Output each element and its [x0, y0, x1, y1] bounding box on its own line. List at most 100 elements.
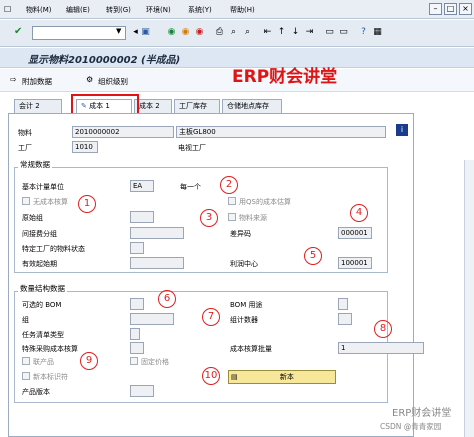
bom-usage-label: BOM 用途 [230, 301, 263, 309]
tab-label: 成本 2 [139, 102, 160, 110]
qs-costing-checkbox[interactable] [228, 197, 236, 205]
cancel-icon[interactable]: ◉ [194, 27, 205, 38]
overhead-group-field [130, 227, 184, 239]
minimize-icon[interactable]: – [429, 3, 442, 15]
menu-goto[interactable]: 转到(G) [106, 5, 131, 15]
command-field[interactable] [32, 26, 126, 40]
menu-system[interactable]: 系统(Y) [188, 5, 212, 15]
profit-center-label: 利润中心 [230, 260, 258, 268]
first-page-icon[interactable]: ⇤ [262, 27, 273, 38]
base-uom-desc: 每一个 [180, 183, 201, 191]
qs-costing-label: 用QS的成本估算 [239, 198, 291, 206]
shortcut-icon[interactable]: ▭ [338, 27, 349, 38]
tab-label: 仓储地点库存 [227, 102, 269, 110]
close-icon[interactable]: × [459, 3, 472, 15]
task-list-type-field [130, 328, 140, 340]
cost-estimate-label: 新本 [279, 373, 294, 381]
menu-material[interactable]: 物料(M) [26, 5, 52, 15]
watermark-bottom: ERP财会讲堂 [392, 408, 452, 419]
special-procurement-label: 特殊采购成本核算 [22, 345, 78, 353]
next-page-icon[interactable]: ↓ [290, 27, 301, 38]
cost-estimate-icon: ▤ [231, 373, 238, 381]
marker-2: 2 [220, 176, 238, 194]
alt-bom-label: 可选的 BOM [22, 301, 62, 309]
overhead-group-label: 间接费分组 [22, 230, 57, 238]
marker-9: 9 [80, 352, 98, 370]
menu-help[interactable]: 帮助(H) [230, 5, 255, 15]
save-icon[interactable]: ▣ [140, 27, 151, 38]
org-levels-icon[interactable]: ⚙ [86, 75, 93, 84]
watermark-csdn: CSDN @青青家园 [380, 422, 442, 431]
tab-accounting-2[interactable]: 会计 2 [14, 99, 62, 114]
print-icon[interactable]: ⎙ [214, 27, 225, 38]
variance-key-label: 差异码 [230, 230, 251, 238]
task-list-type-label: 任务清单类型 [22, 331, 64, 339]
watermark-title: ERP财会讲堂 [232, 67, 338, 87]
info-icon[interactable]: i [396, 124, 408, 136]
alt-bom-field [130, 298, 144, 310]
page-title: 显示物料2010000002 (半成品) [28, 55, 181, 66]
lot-size-field: 1 [338, 342, 424, 354]
cost-estimate-button[interactable]: ▤ 新本 [228, 370, 336, 384]
no-costing-checkbox[interactable] [22, 197, 30, 205]
chevron-down-icon[interactable]: ▼ [116, 27, 121, 35]
quantity-structure-title: 数量结构数据 [18, 283, 67, 294]
tab-label: 工厂库存 [179, 102, 207, 110]
last-page-icon[interactable]: ⇥ [304, 27, 315, 38]
fixed-price-checkbox[interactable] [130, 357, 138, 365]
valid-from-field [130, 257, 184, 269]
org-levels-button[interactable]: 组织级别 [98, 76, 128, 87]
profit-center-field: 100001 [338, 257, 372, 269]
origin-group-label: 原始组 [22, 214, 43, 222]
find-icon[interactable]: ⌕ [228, 27, 239, 38]
bom-usage-field [338, 298, 348, 310]
tab-plant-stock[interactable]: 工厂库存 [174, 99, 220, 114]
menu-bar: ☐ 物料(M) 编辑(E) 转到(G) 环境(N) 系统(Y) 帮助(H) – … [0, 0, 474, 19]
tab-storage-location-stock[interactable]: 仓储地点库存 [222, 99, 282, 114]
marker-3: 3 [200, 209, 218, 227]
coproduct-checkbox[interactable] [22, 357, 30, 365]
group-counter-field [338, 313, 352, 325]
plant-field: 1010 [72, 141, 98, 153]
enter-check-icon[interactable]: ✔ [14, 26, 22, 37]
group-label: 组 [22, 316, 29, 324]
prev-page-icon[interactable]: ↑ [276, 27, 287, 38]
product-version-field [130, 385, 154, 397]
special-procurement-field [130, 342, 144, 354]
maximize-icon[interactable]: □ [444, 3, 457, 15]
material-description-field: 主板GL800 [176, 126, 386, 138]
menu-edit[interactable]: 编辑(E) [66, 5, 90, 15]
back-icon[interactable]: ◉ [166, 27, 177, 38]
vertical-scrollbar[interactable] [464, 160, 474, 437]
origin-group-field [130, 211, 154, 223]
layout-menu-icon[interactable]: ▦ [372, 27, 383, 38]
sap-menu-icon[interactable]: ☐ [4, 5, 11, 14]
find-next-icon[interactable]: ⌕ [242, 27, 253, 38]
material-label: 物料 [18, 129, 32, 137]
tab-label: 会计 2 [19, 102, 40, 110]
exit-icon[interactable]: ◉ [180, 27, 191, 38]
tab-costing-2[interactable]: 成本 2 [134, 99, 172, 114]
group-field [130, 313, 174, 325]
plant-status-label: 特定工厂的物料状态 [22, 245, 85, 253]
coproduct-label: 联产品 [33, 358, 54, 366]
marker-5: 5 [304, 247, 322, 265]
product-version-label: 产品版本 [22, 388, 50, 396]
with-qs-checkbox[interactable] [22, 372, 30, 380]
new-session-icon[interactable]: ▭ [324, 27, 335, 38]
help-icon[interactable]: ? [358, 27, 369, 38]
valid-from-label: 有效起始期 [22, 260, 57, 268]
material-field: 2010000002 [72, 126, 174, 138]
material-origin-label: 物料来源 [239, 214, 267, 222]
plant-description: 电视工厂 [178, 144, 206, 152]
marker-8: 8 [374, 320, 392, 338]
material-origin-checkbox[interactable] [228, 213, 236, 221]
marker-1: 1 [78, 195, 96, 213]
general-data-title: 常规数据 [18, 159, 52, 170]
additional-data-icon[interactable]: ⇨ [10, 75, 17, 84]
menu-environment[interactable]: 环境(N) [146, 5, 171, 15]
additional-data-button[interactable]: 附加数据 [22, 76, 52, 87]
fixed-price-label: 固定价格 [141, 358, 169, 366]
lot-size-label: 成本核算批量 [230, 345, 272, 353]
base-uom-label: 基本计量单位 [22, 183, 64, 191]
